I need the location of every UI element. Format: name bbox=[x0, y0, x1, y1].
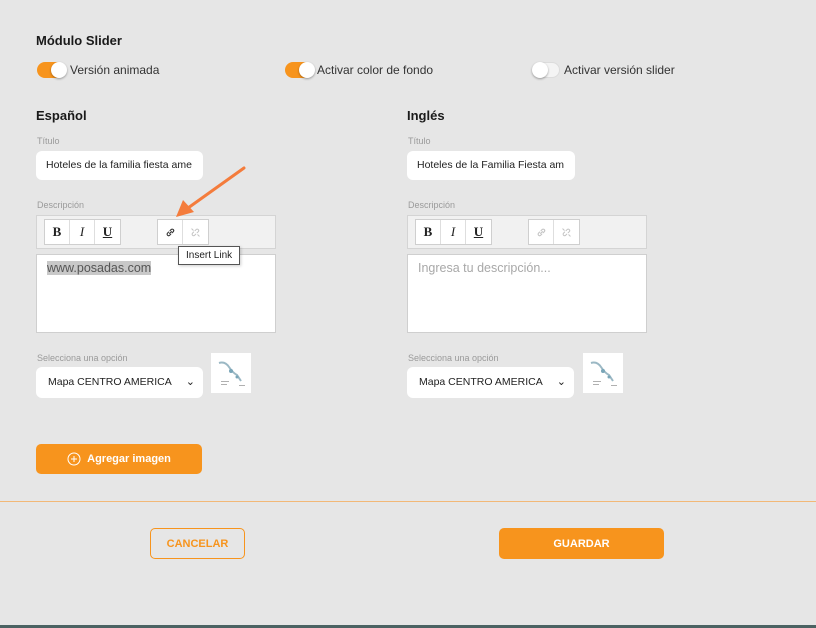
english-select-value: Mapa CENTRO AMERICA bbox=[419, 376, 543, 388]
link-button[interactable] bbox=[529, 220, 554, 244]
unlink-button[interactable] bbox=[183, 220, 208, 244]
toggle-knob bbox=[51, 62, 67, 78]
spanish-select-value: Mapa CENTRO AMERICA bbox=[48, 376, 172, 388]
english-editor-toolbar: B I U bbox=[407, 215, 647, 249]
toggle-knob bbox=[299, 62, 315, 78]
english-map-thumbnail bbox=[583, 353, 623, 393]
toggle-version-animada[interactable] bbox=[37, 62, 67, 78]
toggle-label-version-slider: Activar versión slider bbox=[564, 63, 675, 77]
spanish-heading: Español bbox=[36, 108, 87, 123]
italic-button[interactable]: I bbox=[441, 220, 466, 244]
spanish-map-select[interactable]: Mapa CENTRO AMERICA ⌄ bbox=[36, 367, 203, 398]
annotation-arrow-shaft bbox=[186, 166, 246, 210]
annotation-arrow bbox=[176, 166, 246, 217]
chevron-down-icon: ⌄ bbox=[185, 376, 195, 388]
unlink-icon bbox=[191, 227, 200, 237]
add-image-button[interactable]: Agregar imagen bbox=[36, 444, 202, 474]
spanish-map-thumbnail bbox=[211, 353, 251, 393]
save-button[interactable]: GUARDAR bbox=[499, 528, 664, 559]
chevron-down-icon: ⌄ bbox=[556, 376, 566, 388]
map-thumbnail-icon bbox=[590, 361, 617, 386]
english-title-label: Título bbox=[408, 136, 431, 146]
annotation-arrow-head bbox=[176, 200, 194, 217]
italic-button[interactable]: I bbox=[70, 220, 95, 244]
format-group: B I U bbox=[44, 219, 121, 245]
english-description-editor[interactable]: Ingresa tu descripción... bbox=[407, 254, 647, 333]
english-heading: Inglés bbox=[407, 108, 445, 123]
english-description-placeholder: Ingresa tu descripción... bbox=[418, 261, 551, 275]
link-icon bbox=[166, 228, 174, 236]
unlink-icon bbox=[562, 227, 571, 237]
underline-button[interactable]: U bbox=[466, 220, 491, 244]
toggle-knob bbox=[532, 62, 548, 78]
unlink-button[interactable] bbox=[554, 220, 579, 244]
toggle-version-slider[interactable] bbox=[532, 62, 560, 78]
spanish-description-label: Descripción bbox=[37, 200, 85, 210]
insert-link-tooltip: Insert Link bbox=[178, 246, 241, 265]
spanish-description-text: www.posadas.com bbox=[47, 261, 152, 275]
bold-button[interactable]: B bbox=[416, 220, 441, 244]
link-button[interactable] bbox=[158, 220, 183, 244]
link-group bbox=[528, 219, 580, 245]
toggle-color-fondo[interactable] bbox=[285, 62, 315, 78]
spanish-title-label: Título bbox=[37, 136, 60, 146]
link-icon bbox=[537, 228, 545, 236]
bold-button[interactable]: B bbox=[45, 220, 70, 244]
english-select-label: Selecciona una opción bbox=[408, 353, 499, 363]
divider bbox=[0, 501, 816, 502]
spanish-select-label: Selecciona una opción bbox=[37, 353, 128, 363]
link-group bbox=[157, 219, 209, 245]
toggle-label-color-fondo: Activar color de fondo bbox=[317, 63, 434, 77]
add-image-label: Agregar imagen bbox=[87, 453, 171, 465]
map-thumbnail-icon bbox=[218, 361, 245, 386]
format-group: B I U bbox=[415, 219, 492, 245]
english-title-input[interactable]: Hoteles de la Familia Fiesta am bbox=[407, 151, 575, 180]
underline-button[interactable]: U bbox=[95, 220, 120, 244]
module-title: Módulo Slider bbox=[36, 33, 122, 48]
cancel-button[interactable]: CANCELAR bbox=[150, 528, 245, 559]
spanish-description-editor[interactable]: www.posadas.com bbox=[36, 254, 276, 333]
english-description-label: Descripción bbox=[408, 200, 456, 210]
add-circle-icon bbox=[67, 452, 81, 466]
toggle-label-version-animada: Versión animada bbox=[70, 63, 160, 77]
english-map-select[interactable]: Mapa CENTRO AMERICA ⌄ bbox=[407, 367, 574, 398]
